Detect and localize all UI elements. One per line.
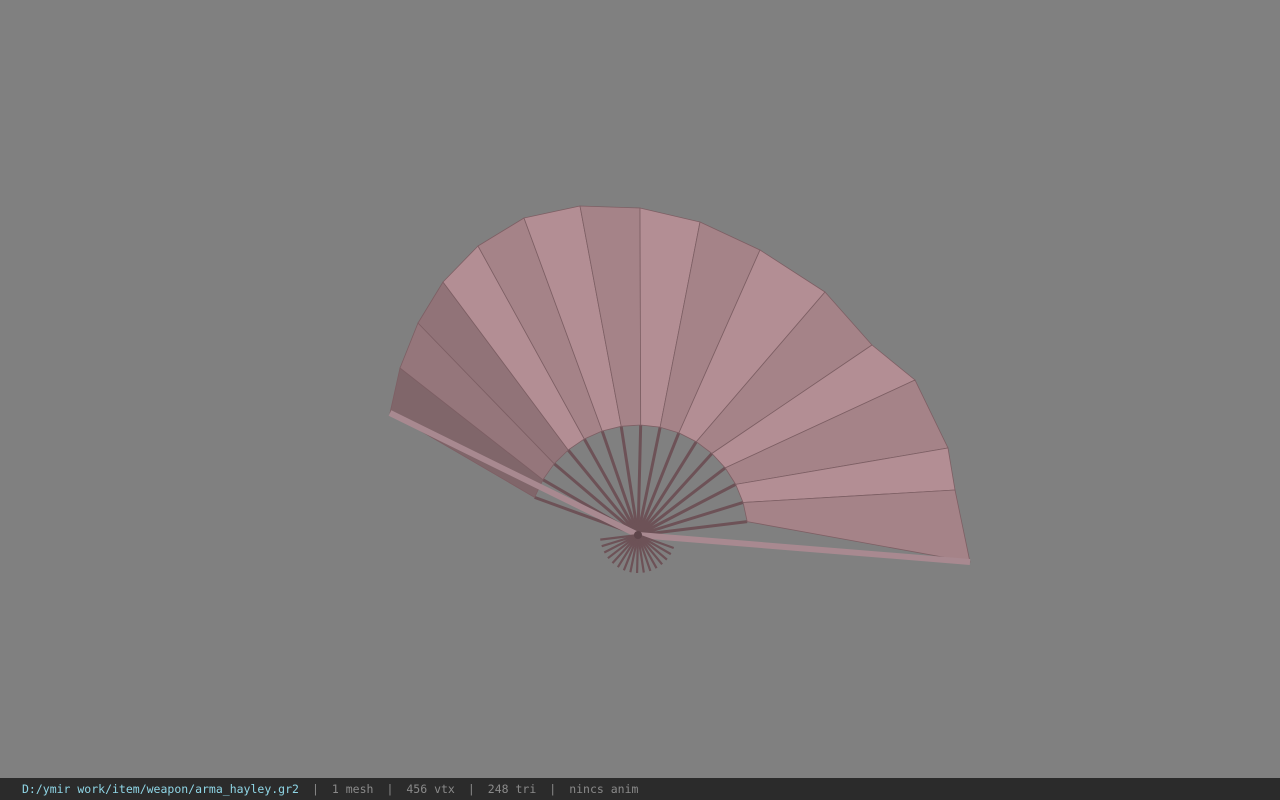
vertex-count: 456 vtx xyxy=(406,782,455,796)
fan-paper xyxy=(389,205,971,563)
mesh-count: 1 mesh xyxy=(331,782,374,796)
separator: | xyxy=(311,782,319,796)
3d-viewport[interactable] xyxy=(0,0,1280,778)
fan-pivot xyxy=(634,531,642,539)
animation-status: nincs anim xyxy=(569,782,639,796)
fan-model xyxy=(388,205,971,574)
status-bar: D:/ymir work/item/weapon/arma_hayley.gr2… xyxy=(0,778,1280,800)
separator: | xyxy=(549,782,557,796)
triangle-count: 248 tri xyxy=(487,782,537,796)
separator: | xyxy=(467,782,475,796)
separator: | xyxy=(386,782,394,796)
file-path: D:/ymir work/item/weapon/arma_hayley.gr2 xyxy=(22,782,299,796)
